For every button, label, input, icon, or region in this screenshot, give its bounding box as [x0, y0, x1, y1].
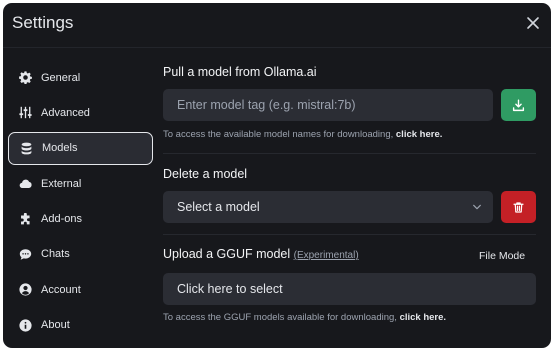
section-divider: [163, 234, 536, 235]
file-mode-toggle[interactable]: File Mode: [479, 250, 525, 262]
sliders-icon: [19, 106, 32, 119]
database-icon: [20, 142, 33, 155]
pull-model-title: Pull a model from Ollama.ai: [163, 65, 317, 79]
sidebar-item-advanced[interactable]: Advanced: [8, 96, 153, 129]
upload-hint-link[interactable]: click here.: [400, 312, 446, 323]
settings-sidebar: General Advanced Models External Add-ons: [8, 61, 153, 344]
chat-bubble-icon: [19, 248, 32, 261]
chevron-down-icon: [472, 202, 482, 212]
model-tag-input[interactable]: Enter model tag (e.g. mistral:7b): [163, 89, 493, 121]
sidebar-item-label: Models: [42, 142, 78, 155]
cloud-icon: [19, 177, 32, 190]
delete-model-button[interactable]: [501, 191, 536, 223]
sidebar-item-account[interactable]: Account: [8, 273, 153, 306]
section-divider: [163, 153, 536, 154]
sidebar-item-label: About: [41, 319, 70, 332]
sidebar-item-add-ons[interactable]: Add-ons: [8, 203, 153, 236]
sidebar-item-general[interactable]: General: [8, 61, 153, 94]
pull-model-hint: To access the available model names for …: [163, 129, 442, 140]
delete-model-title: Delete a model: [163, 167, 248, 181]
modal-header: Settings: [3, 3, 551, 48]
sidebar-item-about[interactable]: About: [8, 309, 153, 342]
sidebar-item-chats[interactable]: Chats: [8, 238, 153, 271]
upload-model-title: Upload a GGUF model (Experimental): [163, 247, 359, 261]
sidebar-item-label: Advanced: [41, 106, 90, 119]
pull-model-button[interactable]: [501, 89, 536, 121]
user-circle-icon: [19, 283, 32, 296]
model-select-value: Select a model: [177, 200, 260, 214]
pull-hint-text: To access the available model names for …: [163, 129, 394, 140]
puzzle-icon: [19, 212, 32, 226]
upload-model-title-text: Upload a GGUF model: [163, 247, 291, 261]
trash-icon: [512, 201, 525, 214]
sidebar-item-models[interactable]: Models: [8, 131, 153, 165]
upload-file-button[interactable]: Click here to select: [163, 273, 536, 305]
model-select[interactable]: Select a model: [163, 191, 493, 223]
sidebar-item-label: General: [41, 71, 81, 84]
pull-hint-link[interactable]: click here.: [396, 129, 442, 140]
close-icon[interactable]: [525, 15, 541, 31]
experimental-link[interactable]: (Experimental): [294, 250, 359, 261]
sidebar-item-external[interactable]: External: [8, 167, 153, 200]
upload-model-hint: To access the GGUF models available for …: [163, 312, 446, 323]
upload-hint-text: To access the GGUF models available for …: [163, 312, 397, 323]
gear-icon: [19, 71, 32, 84]
sidebar-item-label: Add-ons: [41, 213, 82, 226]
settings-modal: Settings General Advanced Models Externa…: [3, 3, 551, 348]
sidebar-item-label: Account: [41, 283, 81, 296]
info-icon: [19, 319, 32, 332]
modal-title: Settings: [12, 13, 74, 32]
download-icon: [512, 99, 525, 112]
sidebar-item-label: External: [41, 177, 82, 190]
sidebar-item-label: Chats: [41, 248, 70, 261]
